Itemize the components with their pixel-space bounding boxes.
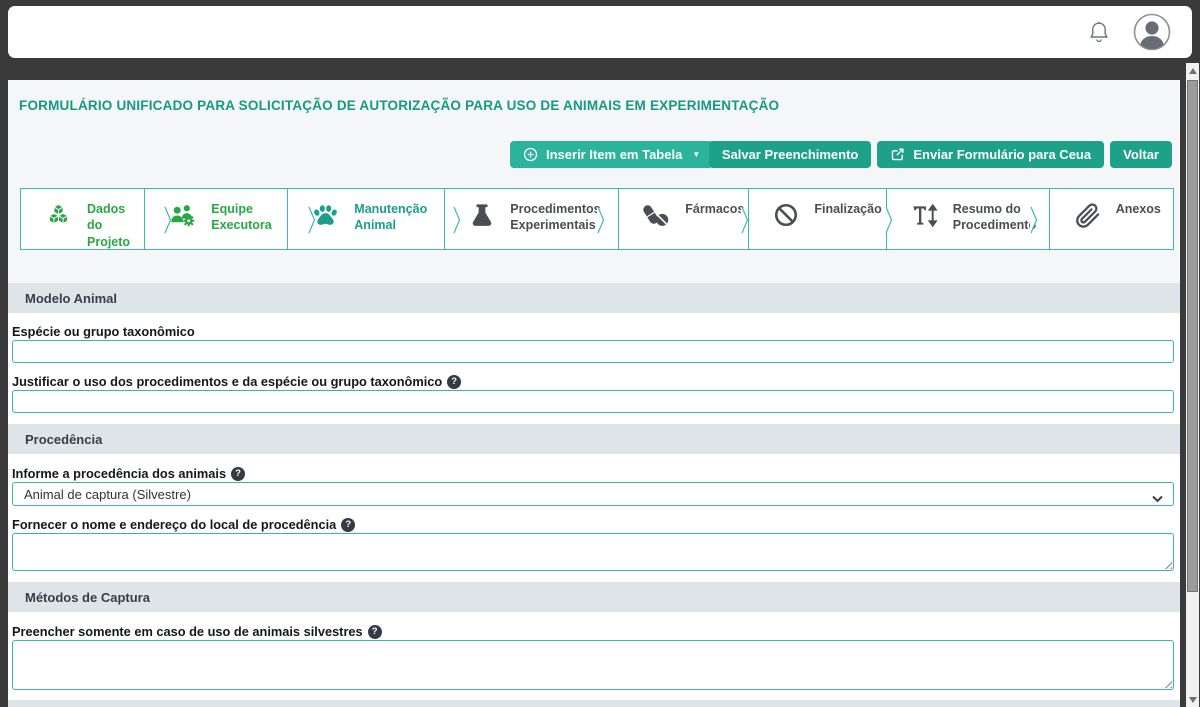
paperclip-icon bbox=[1074, 201, 1101, 229]
scrollbar-thumb[interactable] bbox=[1187, 80, 1198, 592]
metodos-captura-textarea[interactable] bbox=[12, 640, 1174, 690]
top-navigation-bar bbox=[8, 6, 1192, 58]
scroll-down-button[interactable] bbox=[1186, 692, 1199, 707]
users-gear-icon bbox=[169, 201, 196, 229]
section-header-metodos-captura: Métodos de Captura bbox=[8, 582, 1180, 612]
help-icon[interactable]: ? bbox=[368, 625, 382, 639]
ban-icon bbox=[773, 201, 799, 228]
justificativa-label: Justificar o uso dos procedimentos e da … bbox=[12, 374, 461, 389]
insert-item-button[interactable]: Inserir Item em Tabela ▼ bbox=[510, 141, 713, 168]
procedencia-select[interactable]: Animal de captura (Silvestre) bbox=[12, 482, 1174, 506]
tab-equipe-executora[interactable]: Equipe Executora bbox=[144, 189, 287, 249]
tab-procedimentos-experimentais[interactable]: Procedimentos Experimentais bbox=[444, 189, 618, 249]
help-icon[interactable]: ? bbox=[231, 467, 245, 481]
notifications-button[interactable] bbox=[1086, 18, 1112, 46]
vertical-scrollbar bbox=[1186, 63, 1199, 707]
pills-icon bbox=[643, 201, 670, 229]
text-height-icon bbox=[911, 201, 938, 229]
metodos-captura-label: Preencher somente em caso de uso de anim… bbox=[12, 624, 382, 639]
tab-farmacos[interactable]: Fármacos bbox=[618, 189, 748, 249]
help-icon[interactable]: ? bbox=[341, 518, 355, 532]
plus-circle-icon bbox=[523, 147, 538, 162]
justificativa-input[interactable] bbox=[12, 390, 1174, 413]
paw-icon bbox=[312, 201, 339, 229]
procedencia-select-wrap: Animal de captura (Silvestre) bbox=[12, 482, 1174, 506]
tab-dados-do-projeto[interactable]: Dados do Projeto bbox=[21, 189, 144, 249]
metodos-captura-textarea-wrap bbox=[12, 640, 1174, 690]
page-title: FORMULÁRIO UNIFICADO PARA SOLICITAÇÃO DE… bbox=[19, 98, 779, 113]
tab-resumo-do-procedimento[interactable]: Resumo do Procedimento bbox=[886, 189, 1049, 249]
step-tabbar: Dados do Projeto bbox=[20, 188, 1174, 250]
flask-icon bbox=[469, 201, 495, 228]
procedencia-label: Informe a procedência dos animais ? bbox=[12, 466, 245, 481]
section-header-next bbox=[8, 700, 1180, 707]
form-card: FORMULÁRIO UNIFICADO PARA SOLICITAÇÃO DE… bbox=[8, 80, 1180, 707]
especie-input[interactable] bbox=[12, 340, 1174, 363]
tab-finalizacao[interactable]: Finalização bbox=[748, 189, 885, 249]
local-procedencia-textarea[interactable] bbox=[12, 533, 1174, 571]
back-button[interactable]: Voltar bbox=[1110, 141, 1172, 168]
local-procedencia-label: Fornecer o nome e endereço do local de p… bbox=[12, 517, 355, 532]
local-procedencia-textarea-wrap bbox=[12, 533, 1174, 571]
save-button[interactable]: Salvar Preenchimento bbox=[709, 141, 872, 168]
especie-label: Espécie ou grupo taxonômico bbox=[12, 324, 195, 339]
cubes-icon bbox=[45, 201, 72, 229]
tab-anexos[interactable]: Anexos bbox=[1049, 189, 1173, 249]
toolbar-right: Salvar Preenchimento Enviar Formulário p… bbox=[709, 141, 1172, 168]
help-icon[interactable]: ? bbox=[447, 375, 461, 389]
section-header-procedencia: Procedência bbox=[8, 424, 1180, 454]
caret-down-icon: ▼ bbox=[692, 151, 700, 159]
bell-icon bbox=[1088, 20, 1110, 44]
scroll-up-button[interactable] bbox=[1186, 63, 1199, 78]
user-avatar[interactable] bbox=[1132, 12, 1172, 52]
section-header-modelo-animal: Modelo Animal bbox=[8, 283, 1180, 313]
share-square-icon bbox=[890, 147, 905, 162]
form-body: Modelo Animal Espécie ou grupo taxonômic… bbox=[8, 283, 1180, 707]
send-form-button[interactable]: Enviar Formulário para Ceua bbox=[877, 141, 1104, 168]
tab-manutencao-animal[interactable]: Manutenção Animal bbox=[287, 189, 444, 249]
